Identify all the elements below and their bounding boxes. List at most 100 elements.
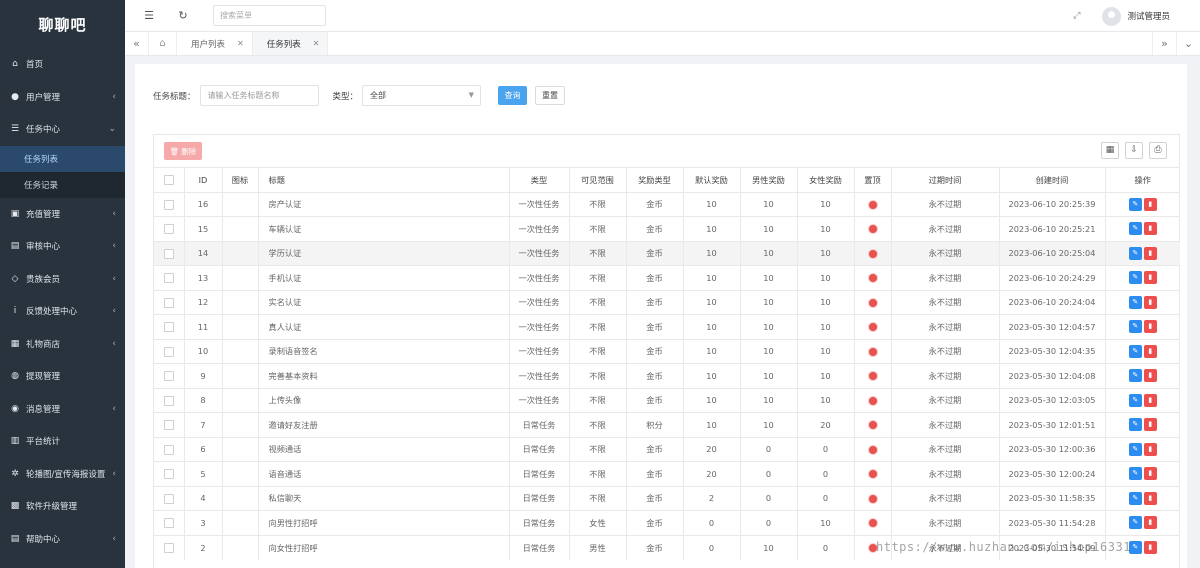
edit-icon[interactable]: ✎	[1128, 320, 1142, 334]
trash-icon[interactable]: ▮	[1143, 467, 1157, 481]
row-checkbox-cell[interactable]	[154, 461, 185, 486]
tab-task-list[interactable]: 任务列表 ✕	[252, 32, 329, 55]
sidebar-item[interactable]: ◇ 贵族会员 ‹	[0, 263, 125, 296]
table-row[interactable]: 3 向男性打招呼 日常任务 女性 金币 0 0 10 永不过期 2023-05-30 11:54:…	[154, 510, 1180, 535]
sidebar-item[interactable]: ◍ 提现管理	[0, 360, 125, 393]
trash-icon[interactable]: ▮	[1143, 516, 1157, 530]
edit-icon[interactable]: ✎	[1128, 222, 1142, 236]
table-row[interactable]: 13 手机认证 一次性任务 不限 金币 10 10 10 永不过期 2023-06-10 20:2…	[154, 265, 1180, 290]
checkbox[interactable]	[163, 224, 174, 234]
tabs-scroll-left-icon[interactable]: «	[125, 32, 149, 55]
query-button[interactable]: 查询	[498, 86, 528, 105]
trash-icon[interactable]: ▮	[1143, 491, 1157, 505]
checkbox[interactable]	[163, 493, 174, 504]
row-checkbox-cell[interactable]	[154, 363, 185, 388]
fullscreen-icon[interactable]: ⤢	[1073, 11, 1080, 21]
row-checkbox-cell[interactable]	[154, 314, 185, 339]
row-checkbox-cell[interactable]	[154, 240, 185, 266]
table-row[interactable]: 11 真人认证 一次性任务 不限 金币 10 10 10 永不过期 2023-05-30 12:0…	[154, 314, 1180, 339]
columns-icon[interactable]: ▦	[1101, 142, 1119, 159]
table-row[interactable]: 8 上传头像 一次性任务 不限 金币 10 10 10 永不过期 2023-05-30 12:03…	[154, 387, 1180, 413]
close-icon[interactable]: ✕	[313, 39, 320, 48]
row-checkbox-cell[interactable]	[154, 338, 185, 364]
sidebar-subitem[interactable]: 任务列表	[0, 145, 125, 172]
table-row[interactable]: 4 私信聊天 日常任务 不限 金币 2 0 0 永不过期 2023-05-30 11:58:35 ✎…	[154, 485, 1180, 511]
trash-icon[interactable]: ▮	[1143, 442, 1157, 456]
delete-button[interactable]: 🗑 删除	[164, 142, 202, 160]
close-icon[interactable]: ✕	[237, 39, 244, 48]
sidebar-item[interactable]: ✲ 轮播图/宣传海报设置 ‹	[0, 458, 125, 491]
checkbox[interactable]	[163, 273, 174, 283]
reset-button[interactable]: 重置	[535, 86, 566, 105]
table-row[interactable]: 10 录制语音签名 一次性任务 不限 金币 10 10 10 永不过期 2023-05-30 12…	[154, 338, 1180, 364]
row-checkbox-cell[interactable]	[154, 387, 185, 413]
row-checkbox-cell[interactable]	[154, 216, 185, 241]
tabs-scroll-right-icon[interactable]: »	[1152, 32, 1176, 55]
search-input[interactable]: 搜索菜单	[213, 5, 326, 26]
select-all-checkbox[interactable]	[154, 167, 185, 192]
row-checkbox-cell[interactable]	[154, 289, 185, 315]
checkbox[interactable]	[163, 444, 174, 455]
tab-user-list[interactable]: 用户列表 ✕	[177, 32, 253, 55]
sidebar-item[interactable]: ▤ 审核中心 ‹	[0, 230, 125, 263]
home-tab-icon[interactable]: ⌂	[149, 32, 177, 55]
sidebar-item[interactable]: ◉ 消息管理 ‹	[0, 393, 125, 426]
sidebar-item[interactable]: i 反馈处理中心 ‹	[0, 295, 125, 328]
edit-icon[interactable]: ✎	[1128, 197, 1142, 211]
checkbox[interactable]	[163, 248, 174, 259]
table-row[interactable]: 14 学历认证 一次性任务 不限 金币 10 10 10 永不过期 2023-06-10 20:2…	[154, 240, 1180, 266]
checkbox[interactable]	[163, 420, 174, 430]
table-row[interactable]: 16 房产认证 一次性任务 不限 金币 10 10 10 永不过期 2023-06-10 20:2…	[154, 191, 1180, 217]
row-checkbox-cell[interactable]	[154, 534, 185, 560]
user-name[interactable]: 测试管理员	[1127, 10, 1170, 22]
table-row[interactable]: 7 邀请好友注册 日常任务 不限 积分 10 10 20 永不过期 2023-05-30 12:0…	[154, 412, 1180, 437]
checkbox[interactable]	[163, 542, 174, 553]
table-row[interactable]: 12 实名认证 一次性任务 不限 金币 10 10 10 永不过期 2023-06-10 20:2…	[154, 289, 1180, 315]
checkbox[interactable]	[163, 199, 174, 210]
checkbox[interactable]	[163, 469, 174, 479]
sidebar-item[interactable]: ▤ 帮助中心 ‹	[0, 523, 125, 556]
edit-icon[interactable]: ✎	[1128, 491, 1142, 505]
trash-icon[interactable]: ▮	[1143, 246, 1157, 260]
edit-icon[interactable]: ✎	[1128, 393, 1142, 407]
checkbox[interactable]	[163, 371, 174, 381]
checkbox[interactable]	[163, 518, 174, 528]
row-checkbox-cell[interactable]	[154, 265, 185, 290]
col-header[interactable]: ID	[184, 167, 223, 192]
trash-icon[interactable]: ▮	[1143, 197, 1157, 211]
type-filter-select[interactable]: 全部 ▼	[362, 85, 482, 106]
edit-icon[interactable]: ✎	[1128, 295, 1142, 309]
edit-icon[interactable]: ✎	[1128, 418, 1142, 432]
tabs-menu-icon[interactable]: ⌄	[1176, 32, 1200, 55]
edit-icon[interactable]: ✎	[1128, 369, 1142, 383]
trash-icon[interactable]: ▮	[1143, 222, 1157, 236]
trash-icon[interactable]: ▮	[1143, 344, 1157, 358]
trash-icon[interactable]: ▮	[1143, 295, 1157, 309]
sidebar-item[interactable]: ▦ 礼物商店 ‹	[0, 328, 125, 361]
edit-icon[interactable]: ✎	[1128, 467, 1142, 481]
trash-icon[interactable]: ▮	[1143, 271, 1157, 285]
trash-icon[interactable]: ▮	[1143, 541, 1157, 554]
checkbox[interactable]	[163, 175, 174, 185]
sidebar-subitem[interactable]: 任务记录	[0, 172, 125, 198]
trash-icon[interactable]: ▮	[1143, 418, 1157, 432]
edit-icon[interactable]: ✎	[1128, 271, 1142, 285]
checkbox[interactable]	[163, 297, 174, 308]
row-checkbox-cell[interactable]	[154, 436, 185, 462]
trash-icon[interactable]: ▮	[1143, 320, 1157, 334]
edit-icon[interactable]: ✎	[1128, 344, 1142, 358]
sidebar-item[interactable]: ▣ 充值管理 ‹	[0, 198, 125, 231]
row-checkbox-cell[interactable]	[154, 510, 185, 535]
edit-icon[interactable]: ✎	[1128, 246, 1142, 260]
menu-toggle-icon[interactable]: ☰	[139, 9, 159, 22]
print-icon[interactable]: ⎙	[1149, 142, 1167, 159]
sidebar-item[interactable]: ▩ 软件升级管理	[0, 490, 125, 523]
sidebar-item[interactable]: ⌂ 首页	[0, 48, 125, 81]
row-checkbox-cell[interactable]	[154, 191, 185, 217]
table-row[interactable]: 5 语音通话 日常任务 不限 金币 20 0 0 永不过期 2023-05-30 12:00:24…	[154, 461, 1180, 486]
trash-icon[interactable]: ▮	[1143, 369, 1157, 383]
sidebar-item[interactable]: ● 用户管理 ‹	[0, 81, 125, 114]
trash-icon[interactable]: ▮	[1143, 393, 1157, 407]
checkbox[interactable]	[163, 322, 174, 332]
avatar[interactable]	[1102, 6, 1122, 26]
